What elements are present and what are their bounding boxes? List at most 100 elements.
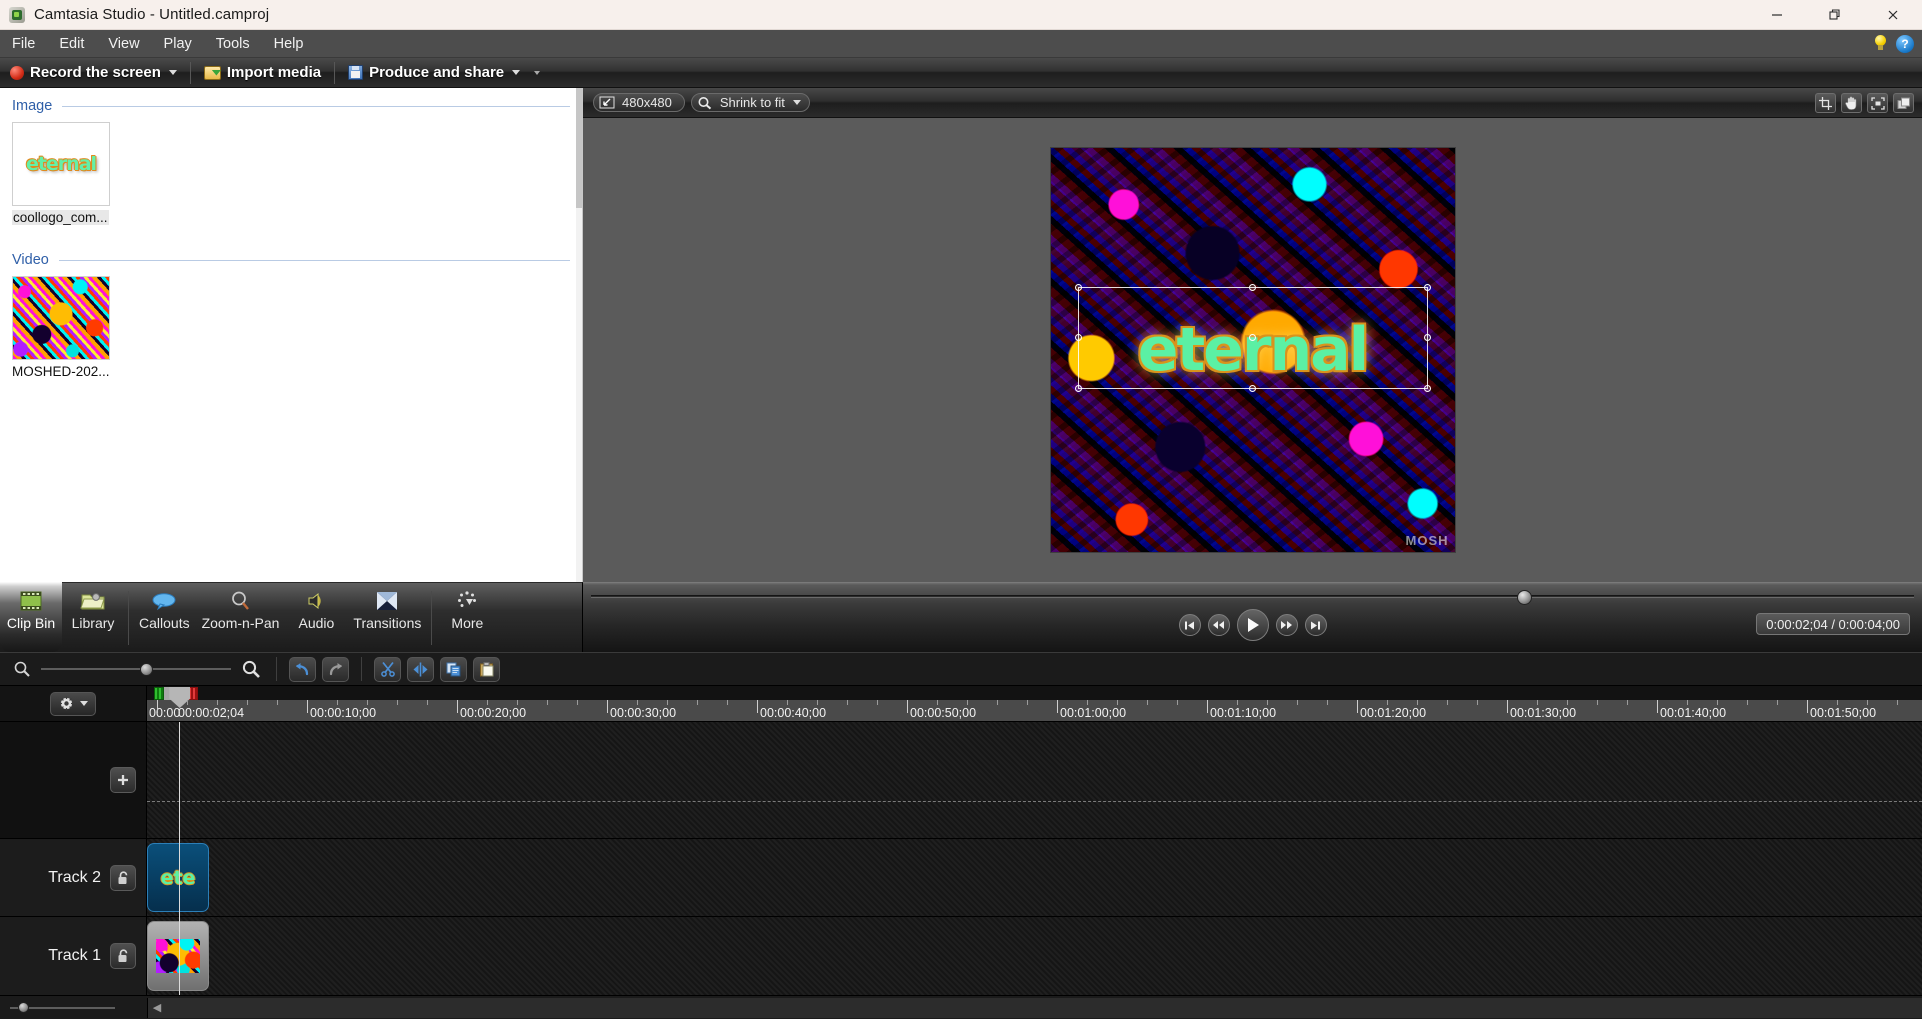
- tab-more[interactable]: More: [436, 582, 498, 652]
- clipbin-item[interactable]: eternal coollogo_com...: [12, 122, 110, 230]
- chevron-down-icon[interactable]: [168, 70, 177, 75]
- restore-button[interactable]: [1806, 0, 1864, 30]
- track-height-slider[interactable]: [10, 1002, 115, 1013]
- unlocked-icon[interactable]: [110, 943, 136, 969]
- tab-library[interactable]: Library: [62, 582, 124, 652]
- menu-bar: File Edit View Play Tools Help ?: [0, 30, 1922, 58]
- canvas-zoom-select[interactable]: Shrink to fit: [690, 93, 810, 112]
- plus-icon: [118, 775, 128, 785]
- ruler-minor-tick: [1177, 700, 1178, 705]
- preview-scrubber[interactable]: [591, 590, 1914, 605]
- timeline-ruler[interactable]: 00:00 00:00:02;04 00:00:10;00 00:00:20;00…: [147, 686, 1922, 721]
- overflow-chevron-icon[interactable]: [534, 70, 541, 75]
- duplicate-icon[interactable]: [1893, 93, 1914, 113]
- selection-bounding-box[interactable]: [1074, 284, 1431, 392]
- track-lane-track-2[interactable]: ete: [147, 839, 1922, 916]
- redo-button[interactable]: [322, 656, 349, 682]
- left-arrow-icon[interactable]: ◀: [148, 1001, 166, 1014]
- track-header-track-2[interactable]: Track 2: [0, 839, 147, 916]
- tab-clip-bin[interactable]: Clip Bin: [0, 582, 62, 652]
- record-screen-button[interactable]: Record the screen: [0, 58, 187, 88]
- timeline-zoom-slider[interactable]: [41, 661, 231, 677]
- menu-tools[interactable]: Tools: [204, 30, 262, 58]
- clip-caption: MOSHED-202...: [12, 364, 110, 379]
- more-dots-icon: [455, 588, 479, 614]
- clip-thumbnail[interactable]: eternal: [12, 122, 110, 206]
- close-button[interactable]: [1864, 0, 1922, 30]
- folder-import-icon: [203, 65, 221, 80]
- clip-caption: coollogo_com...: [12, 210, 109, 225]
- ruler-minor-tick: [667, 700, 668, 705]
- zoom-slider-knob[interactable]: [139, 662, 153, 676]
- track-height-knob[interactable]: [18, 1002, 30, 1013]
- resize-handle[interactable]: [1248, 385, 1256, 392]
- clip-thumbnail[interactable]: [12, 276, 110, 360]
- canvas-dimensions-button[interactable]: 480x480: [593, 93, 685, 112]
- previous-clip-button[interactable]: [1178, 614, 1201, 636]
- lightbulb-icon[interactable]: [1873, 35, 1888, 53]
- rewind-button[interactable]: [1207, 614, 1230, 636]
- resize-handle[interactable]: [1423, 334, 1431, 341]
- tab-label: Clip Bin: [6, 615, 56, 631]
- menu-file[interactable]: File: [0, 30, 47, 58]
- fit-icon[interactable]: [1867, 93, 1888, 113]
- ruler-major-tick: [457, 700, 458, 713]
- minimize-button[interactable]: [1748, 0, 1806, 30]
- resize-handle[interactable]: [1248, 284, 1256, 291]
- hand-icon[interactable]: [1841, 93, 1862, 113]
- track-drop-guide: [147, 801, 1922, 802]
- resize-handle[interactable]: [1423, 284, 1431, 291]
- help-icon[interactable]: ?: [1896, 35, 1914, 53]
- timeline-options-button[interactable]: [50, 691, 96, 716]
- play-button[interactable]: [1236, 609, 1269, 641]
- chevron-down-icon[interactable]: [79, 701, 88, 706]
- preview-stage[interactable]: eternal MOSH: [1049, 147, 1456, 553]
- menu-play[interactable]: Play: [152, 30, 204, 58]
- clip-label: ete: [160, 866, 196, 889]
- tab-label: Zoom-n-Pan: [201, 615, 280, 631]
- scrubber-knob[interactable]: [1517, 590, 1533, 605]
- menu-help[interactable]: Help: [262, 30, 316, 58]
- record-screen-label: Record the screen: [30, 64, 161, 81]
- track-header-track-1[interactable]: Track 1: [0, 917, 147, 995]
- track-lane-empty[interactable]: [147, 722, 1922, 838]
- timeline-clip-title[interactable]: ete: [147, 843, 209, 912]
- timeline-clip-video[interactable]: [147, 921, 209, 991]
- rotate-handle[interactable]: [1248, 334, 1256, 341]
- paste-button[interactable]: [473, 656, 500, 682]
- resize-handle[interactable]: [1074, 385, 1082, 392]
- ruler-origin-label: 00:00: [149, 706, 181, 720]
- chevron-down-icon[interactable]: [792, 100, 801, 105]
- main-body: Image eternal coollogo_com... Video MOSH…: [0, 88, 1922, 652]
- track-lane-track-1[interactable]: [147, 917, 1922, 995]
- produce-share-button[interactable]: Produce and share: [338, 58, 550, 88]
- crop-icon[interactable]: [1815, 93, 1836, 113]
- resize-handle[interactable]: [1074, 284, 1082, 291]
- menu-edit[interactable]: Edit: [47, 30, 96, 58]
- selection-start-handle[interactable]: [154, 687, 164, 700]
- clipbin-scrollbar[interactable]: [576, 88, 582, 582]
- import-media-button[interactable]: Import media: [194, 58, 331, 88]
- fast-forward-button[interactable]: [1275, 614, 1298, 636]
- produce-share-label: Produce and share: [369, 64, 505, 81]
- timeline-horizontal-scrollbar[interactable]: ◀: [147, 997, 1922, 1018]
- ruler-minor-tick: [1897, 700, 1898, 705]
- zoom-in-icon[interactable]: [237, 657, 264, 682]
- chevron-down-icon[interactable]: [512, 70, 521, 75]
- undo-button[interactable]: [289, 656, 316, 682]
- tab-transitions[interactable]: Transitions: [347, 582, 427, 652]
- split-button[interactable]: [407, 656, 434, 682]
- tab-callouts[interactable]: Callouts: [133, 582, 196, 652]
- menu-view[interactable]: View: [96, 30, 151, 58]
- zoom-out-icon[interactable]: [8, 657, 35, 682]
- copy-button[interactable]: [440, 656, 467, 682]
- resize-handle[interactable]: [1074, 334, 1082, 341]
- add-track-button[interactable]: [110, 767, 136, 793]
- clipbin-item[interactable]: MOSHED-202...: [12, 276, 110, 379]
- unlocked-icon[interactable]: [110, 864, 136, 891]
- resize-handle[interactable]: [1423, 385, 1431, 392]
- tab-audio[interactable]: Audio: [285, 582, 347, 652]
- tab-zoom-n-pan[interactable]: Zoom-n-Pan: [196, 582, 286, 652]
- next-clip-button[interactable]: [1304, 614, 1327, 636]
- cut-button[interactable]: [374, 656, 401, 682]
